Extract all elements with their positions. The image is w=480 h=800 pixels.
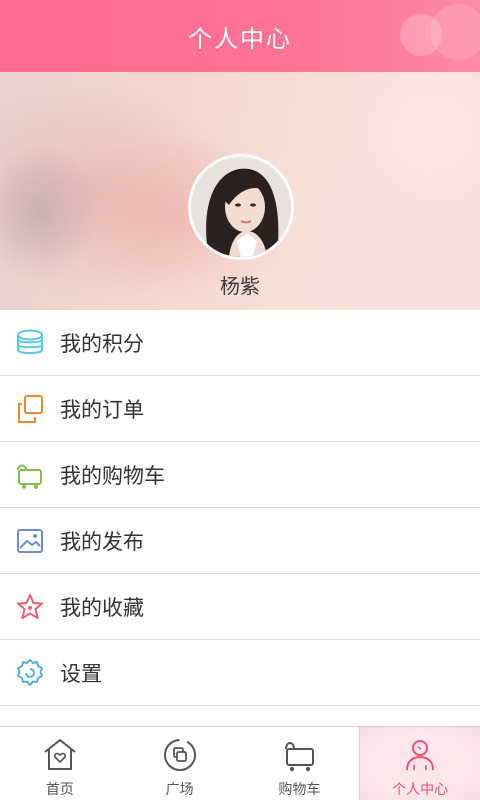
tab-label: 首页 bbox=[45, 782, 74, 798]
username: 杨紫 bbox=[220, 274, 260, 298]
menu-item-label: 我的积分 bbox=[60, 331, 144, 356]
avatar-portrait-icon bbox=[191, 157, 291, 257]
title-bar: 个人中心 bbox=[0, 0, 480, 72]
menu-item-label: 设置 bbox=[60, 661, 102, 686]
profile-menu: 我的积分 我的订单 我的购物车 我的发布 我的收藏 设置 bbox=[0, 310, 480, 706]
profile-header: 杨紫 bbox=[0, 72, 480, 310]
tab-profile[interactable]: 个人中心 bbox=[359, 727, 480, 800]
tab-label: 广场 bbox=[165, 782, 194, 798]
menu-item-points[interactable]: 我的积分 bbox=[0, 310, 480, 376]
bottom-tab-bar: 首页 广场 购物车 个人中心 bbox=[0, 726, 480, 800]
menu-item-cart[interactable]: 我的购物车 bbox=[0, 442, 480, 508]
menu-item-posts[interactable]: 我的发布 bbox=[0, 508, 480, 574]
picture-icon bbox=[14, 525, 46, 557]
gear-icon bbox=[14, 657, 46, 689]
menu-item-label: 我的订单 bbox=[60, 397, 144, 422]
menu-item-settings[interactable]: 设置 bbox=[0, 640, 480, 706]
home-heart-icon bbox=[40, 735, 80, 775]
tab-home[interactable]: 首页 bbox=[0, 727, 120, 800]
tab-cart[interactable]: 购物车 bbox=[240, 727, 360, 800]
orders-icon bbox=[14, 393, 46, 425]
menu-item-label: 我的收藏 bbox=[60, 595, 144, 620]
cart-icon bbox=[279, 735, 319, 775]
menu-item-label: 我的发布 bbox=[60, 529, 144, 554]
menu-item-orders[interactable]: 我的订单 bbox=[0, 376, 480, 442]
menu-item-label: 我的购物车 bbox=[60, 463, 165, 488]
tab-label: 个人中心 bbox=[392, 782, 449, 798]
decorative-bokeh bbox=[430, 4, 480, 60]
menu-item-favorites[interactable]: 我的收藏 bbox=[0, 574, 480, 640]
star-icon bbox=[14, 591, 46, 623]
background-glow bbox=[330, 72, 480, 232]
avatar[interactable] bbox=[188, 154, 294, 260]
tab-label: 购物车 bbox=[278, 782, 321, 798]
person-icon bbox=[400, 735, 440, 775]
shopping-cart-icon bbox=[14, 459, 46, 491]
square-circle-icon bbox=[160, 735, 200, 775]
coins-stack-icon bbox=[14, 327, 46, 359]
page-title: 个人中心 bbox=[188, 24, 292, 53]
tab-square[interactable]: 广场 bbox=[120, 727, 240, 800]
